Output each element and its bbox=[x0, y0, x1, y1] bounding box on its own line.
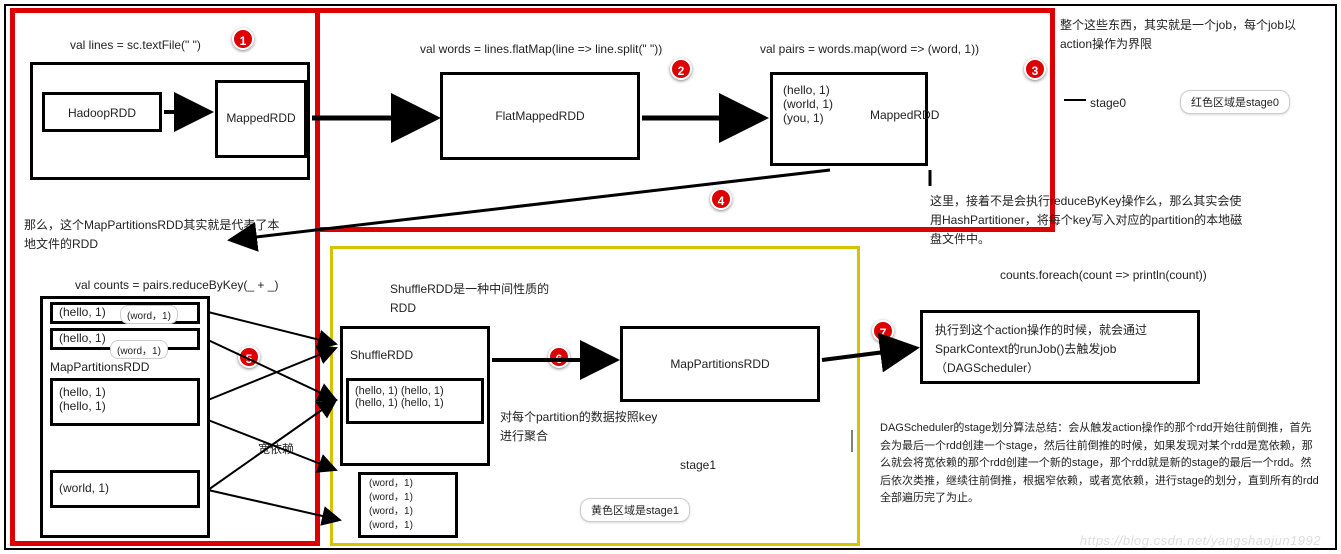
mid-right-note: 这里，接着不是会执行reduceByKey操作么，那么其实会使用HashPart… bbox=[930, 192, 1250, 250]
left-mappart-label: MapPartitionsRDD bbox=[50, 360, 149, 374]
shuffle-title: ShuffleRDD是一种中间性质的RDD bbox=[390, 280, 550, 318]
flatmapped-box: FlatMappedRDD bbox=[440, 72, 640, 160]
wide-dep-label: 宽依赖 bbox=[258, 440, 294, 457]
hadoop-rdd-box: HadoopRDD bbox=[42, 92, 162, 132]
pairs-label: MappedRDD bbox=[870, 108, 939, 122]
marker-5: 5 bbox=[238, 346, 260, 368]
code-line2: val words = lines.flatMap(line => line.s… bbox=[420, 42, 662, 56]
marker-1: 1 bbox=[232, 28, 254, 50]
code-line1: val lines = sc.textFile(" ") bbox=[70, 38, 201, 52]
stage1-inner-label: stage1 bbox=[680, 458, 716, 472]
left-hello-pair-box: (hello, 1) (hello, 1) bbox=[50, 378, 200, 426]
marker-7: 7 bbox=[872, 320, 894, 342]
code-line5: counts.foreach(count => println(count)) bbox=[1000, 268, 1207, 282]
shuffle-data-box: (hello, 1) (hello, 1) (hello, 1) (hello,… bbox=[346, 378, 484, 424]
shuffle-label: ShuffleRDD bbox=[350, 348, 413, 362]
marker-4: 4 bbox=[710, 188, 732, 210]
watermark: https://blog.csdn.net/yangshaojun1992 bbox=[1080, 533, 1321, 548]
code-line4: val counts = pairs.reduceByKey(_ + _) bbox=[75, 278, 278, 292]
word-list-box: (word，1) (word，1) (word，1) (word，1) bbox=[358, 472, 458, 538]
mapped-rdd-box: MappedRDD bbox=[215, 80, 307, 158]
left-world-box: (world, 1) bbox=[50, 470, 200, 508]
action-box: 执行到这个action操作的时候，就会通过SparkContext的runJob… bbox=[920, 310, 1200, 384]
dag-summary: DAGScheduler的stage划分算法总结：会从触发action操作的那个… bbox=[880, 420, 1320, 508]
stage1-badge: 黄色区域是stage1 bbox=[580, 498, 690, 522]
mappart-note: 对每个partition的数据按照key进行聚合 bbox=[500, 408, 660, 446]
marker-3: 3 bbox=[1024, 58, 1046, 80]
marker-6: 6 bbox=[548, 346, 570, 368]
left-note: 那么，这个MapPartitionsRDD其实就是代表了本地文件的RDD bbox=[24, 216, 284, 254]
word-badge-1: (word，1) bbox=[120, 305, 178, 324]
right-top-note: 整个这些东西，其实就是一个job，每个job以action操作为界限 bbox=[1060, 16, 1320, 54]
mappart-box: MapPartitionsRDD bbox=[620, 326, 820, 402]
marker-2: 2 bbox=[670, 58, 692, 80]
stage0-badge: 红色区域是stage0 bbox=[1180, 90, 1290, 114]
code-line3: val pairs = words.map(word => (word, 1)) bbox=[760, 42, 979, 56]
stage0-label: stage0 bbox=[1090, 96, 1126, 110]
word-badge-2: (word，1) bbox=[110, 340, 168, 359]
